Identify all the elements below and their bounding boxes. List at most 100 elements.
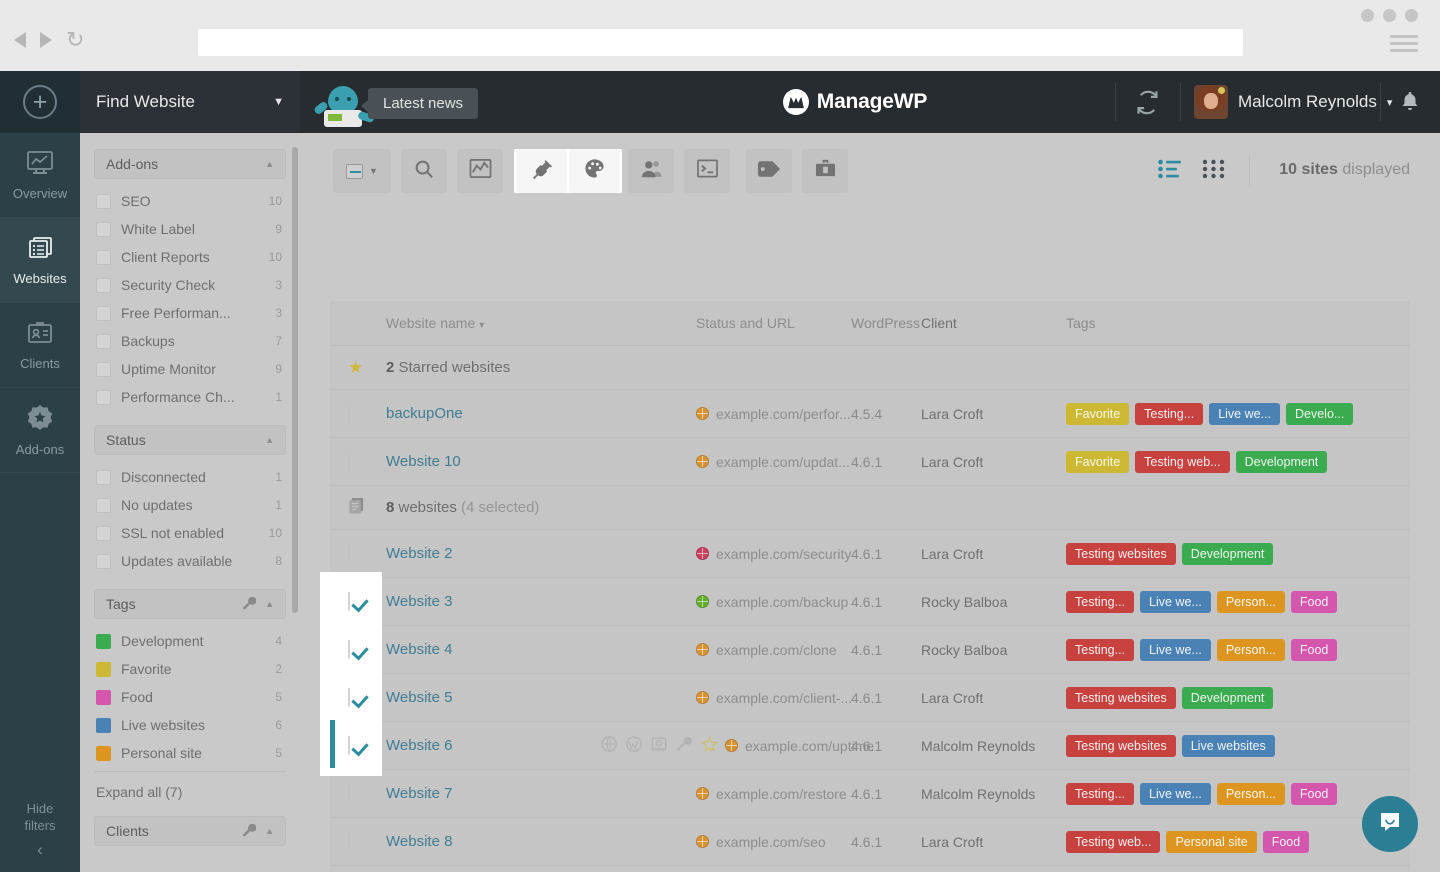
user-menu[interactable]: Malcolm Reynolds ▾ bbox=[1180, 71, 1406, 133]
tag-chip[interactable]: Live websites bbox=[1181, 734, 1275, 757]
plugins-button[interactable] bbox=[516, 149, 567, 193]
column-header-name[interactable]: Website name ▾ bbox=[386, 315, 696, 331]
filter-checkbox[interactable] bbox=[96, 305, 111, 321]
list-view-icon[interactable] bbox=[1158, 159, 1182, 184]
table-row[interactable]: Website 8 example.com/seo 4.6.1 Lara Croft T… bbox=[330, 818, 1410, 866]
filter-item[interactable]: Updates available 8 bbox=[94, 547, 286, 575]
row-status-url[interactable]: example.com/seo bbox=[696, 834, 851, 850]
tag-chip[interactable]: Testing web... bbox=[1135, 450, 1230, 473]
tag-chip[interactable]: Testing websites bbox=[1066, 542, 1176, 565]
tag-chip[interactable]: Testing... bbox=[1066, 638, 1135, 661]
filter-checkbox[interactable] bbox=[96, 497, 111, 513]
wordpress-icon[interactable] bbox=[626, 736, 642, 755]
tag-chip[interactable]: Person... bbox=[1216, 782, 1285, 805]
filter-checkbox[interactable] bbox=[96, 193, 111, 209]
filter-item-tag[interactable]: Development 4 bbox=[94, 627, 286, 655]
row-website-name[interactable]: Website 2 bbox=[386, 545, 696, 562]
row-checkbox[interactable] bbox=[348, 452, 350, 471]
filter-item-tag[interactable]: Favorite 2 bbox=[94, 655, 286, 683]
tag-chip[interactable]: Person... bbox=[1216, 638, 1285, 661]
filter-checkbox[interactable] bbox=[96, 249, 111, 265]
row-status-url[interactable]: example.com/client-... bbox=[696, 690, 852, 706]
filter-item[interactable]: Backups 7 bbox=[94, 327, 286, 355]
row-website-name[interactable]: backupOne bbox=[386, 405, 696, 422]
filter-item[interactable]: No updates 1 bbox=[94, 491, 286, 519]
search-button[interactable] bbox=[401, 149, 447, 193]
dashboard-icon[interactable] bbox=[601, 736, 617, 755]
table-row[interactable]: backupOne example.com/perfor... 4.5.4 Lara … bbox=[330, 390, 1410, 438]
row-website-name[interactable]: Website 5 bbox=[386, 689, 696, 706]
table-row[interactable]: Website 4 example.com/clone 4.6.1 Rocky Bal… bbox=[330, 626, 1410, 674]
hamburger-menu-icon[interactable] bbox=[1390, 35, 1418, 56]
filter-item[interactable]: Disconnected 1 bbox=[94, 463, 286, 491]
tag-chip[interactable]: Food bbox=[1262, 830, 1310, 853]
tag-chip[interactable]: Personal site bbox=[1166, 830, 1257, 853]
tag-chip[interactable]: Testing websites bbox=[1066, 734, 1176, 757]
themes-button[interactable] bbox=[569, 149, 620, 193]
wrench-icon[interactable] bbox=[676, 736, 692, 755]
row-status-url[interactable]: example.com/perfor... bbox=[696, 406, 851, 422]
bulk-select-dropdown[interactable]: ▼ bbox=[333, 149, 391, 193]
tag-chip[interactable]: Testing... bbox=[1135, 402, 1204, 425]
address-bar[interactable] bbox=[198, 29, 1243, 56]
backup-icon[interactable] bbox=[651, 736, 667, 755]
tag-chip[interactable]: Testing websites bbox=[1066, 686, 1176, 709]
star-outline-icon[interactable] bbox=[701, 735, 718, 756]
row-checkbox[interactable] bbox=[348, 832, 350, 851]
back-arrow-icon[interactable] bbox=[14, 32, 26, 48]
filter-checkbox[interactable] bbox=[96, 553, 111, 569]
row-website-name[interactable]: Website 8 bbox=[386, 833, 696, 850]
row-website-name[interactable]: Website 3 bbox=[386, 593, 696, 610]
filter-item-tag[interactable]: Food 5 bbox=[94, 683, 286, 711]
filter-item[interactable]: Security Check 3 bbox=[94, 271, 286, 299]
add-website-button[interactable]: + bbox=[23, 85, 57, 119]
sync-refresh-icon[interactable] bbox=[1115, 71, 1180, 133]
tag-chip[interactable]: Testing web... bbox=[1066, 830, 1161, 853]
analytics-button[interactable] bbox=[457, 149, 503, 193]
filter-item[interactable]: Free Performan... 3 bbox=[94, 299, 286, 327]
expand-all-link[interactable]: Expand all (7) bbox=[94, 771, 286, 810]
sidebar-item-addons[interactable]: Add-ons bbox=[0, 388, 80, 473]
table-row[interactable]: Website 10 example.com/updat... 4.6.1 Lara … bbox=[330, 438, 1410, 486]
filter-checkbox[interactable] bbox=[96, 221, 111, 237]
filter-checkbox[interactable] bbox=[96, 361, 111, 377]
row-website-name[interactable]: Website 4 bbox=[386, 641, 696, 658]
table-row[interactable]: Website 9example.com/analyt...4.6.1Malco… bbox=[330, 866, 1410, 872]
sidebar-item-websites[interactable]: Websites bbox=[0, 218, 89, 303]
tag-chip[interactable]: Testing... bbox=[1066, 590, 1135, 613]
wrench-icon[interactable] bbox=[242, 596, 257, 613]
filter-item[interactable]: Performance Ch... 1 bbox=[94, 383, 286, 411]
filter-checkbox[interactable] bbox=[96, 389, 111, 405]
filter-item[interactable]: White Label 9 bbox=[94, 215, 286, 243]
users-button[interactable] bbox=[628, 149, 674, 193]
tag-chip[interactable]: Testing... bbox=[1066, 782, 1135, 805]
filter-item[interactable]: Uptime Monitor 9 bbox=[94, 355, 286, 383]
latest-news-tooltip[interactable]: Latest news bbox=[360, 88, 479, 119]
tag-chip[interactable]: Live we... bbox=[1140, 590, 1211, 613]
tag-chip[interactable]: Food bbox=[1290, 782, 1338, 805]
tag-chip[interactable]: Person... bbox=[1216, 590, 1285, 613]
table-row[interactable]: Website 6 example.com/uptime 4.6.1 Malcolm … bbox=[330, 720, 1410, 770]
console-button[interactable] bbox=[684, 149, 730, 193]
filter-scrollbar[interactable] bbox=[292, 147, 298, 613]
table-row[interactable]: Website 5 example.com/client-... 4.6.1 Lara… bbox=[330, 674, 1410, 722]
table-row[interactable]: Website 3 example.com/backup 4.6.1 Rocky Ba… bbox=[330, 578, 1410, 626]
tag-chip[interactable]: Live we... bbox=[1140, 782, 1211, 805]
filter-checkbox[interactable] bbox=[96, 277, 111, 293]
tag-chip[interactable]: Live we... bbox=[1140, 638, 1211, 661]
row-checkbox[interactable] bbox=[348, 640, 350, 659]
table-row[interactable]: Website 2 example.com/security 4.6.1 Lara C… bbox=[330, 530, 1410, 578]
filter-item[interactable]: SSL not enabled 10 bbox=[94, 519, 286, 547]
hide-filters-button[interactable]: Hide filters ‹ bbox=[0, 800, 80, 858]
filter-item-tag[interactable]: Live websites 6 bbox=[94, 711, 286, 739]
row-website-name[interactable]: Website 7 bbox=[386, 785, 696, 802]
row-status-url[interactable]: example.com/restore bbox=[696, 786, 851, 802]
row-checkbox[interactable] bbox=[348, 404, 350, 423]
filter-group-addons[interactable]: Add-ons ▲ bbox=[94, 149, 286, 179]
row-status-url[interactable]: example.com/clone bbox=[696, 642, 851, 658]
tag-chip[interactable]: Development bbox=[1181, 686, 1274, 709]
row-status-url[interactable]: example.com/backup bbox=[696, 594, 851, 610]
tag-chip[interactable]: Develo... bbox=[1286, 402, 1354, 425]
row-status-url[interactable]: example.com/security bbox=[696, 546, 851, 562]
sidebar-item-overview[interactable]: Overview bbox=[0, 133, 80, 218]
